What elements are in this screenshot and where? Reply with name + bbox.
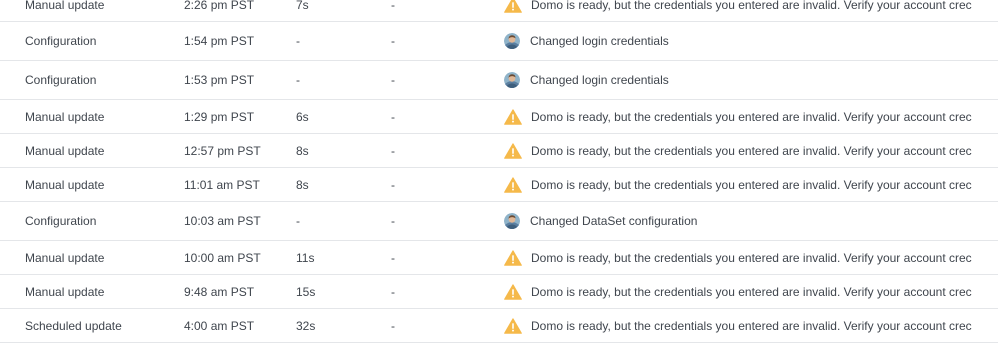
update-type-cell: Configuration — [25, 73, 97, 87]
warning-icon — [504, 109, 522, 125]
duration-cell: 32s — [296, 318, 316, 333]
table-row[interactable]: Manual update 10:00 am PST 11s - Domo is rea… — [0, 241, 998, 275]
rows-cell: - — [391, 318, 395, 333]
table-row[interactable]: Manual update 1:29 pm PST 6s - Domo is ready… — [0, 100, 998, 134]
message-cell: Domo is ready, but the credentials you e… — [504, 0, 998, 21]
rows-cell: - — [391, 250, 395, 265]
time-cell: 1:53 pm PST — [184, 73, 255, 87]
warning-icon — [504, 143, 522, 159]
message-text: Changed login credentials — [530, 73, 669, 87]
message-cell: Domo is ready, but the credentials you e… — [504, 168, 998, 201]
warning-icon — [504, 250, 522, 266]
duration-cell: 6s — [296, 109, 309, 124]
rows-cell: - — [391, 284, 395, 299]
warning-icon — [504, 318, 522, 334]
message-text: Domo is ready, but the credentials you e… — [531, 177, 972, 192]
table-row[interactable]: Scheduled update 4:00 am PST 32s - Domo is r… — [0, 309, 998, 343]
time-cell: 1:29 pm PST — [184, 109, 255, 124]
duration-cell: - — [296, 34, 300, 48]
table-row[interactable]: Manual update 11:01 am PST 8s - Domo is read… — [0, 168, 998, 202]
rows-cell: - — [391, 109, 395, 124]
duration-cell: - — [296, 73, 300, 87]
warning-icon — [504, 177, 522, 193]
rows-cell: - — [391, 73, 395, 87]
time-cell: 12:57 pm PST — [184, 143, 261, 158]
message-text: Domo is ready, but the credentials you e… — [531, 284, 972, 299]
duration-cell: 15s — [296, 284, 316, 299]
table-row[interactable]: Manual update 9:48 am PST 15s - Domo is read… — [0, 275, 998, 309]
update-type-cell: Configuration — [25, 34, 97, 48]
message-cell: Changed DataSet configuration — [504, 202, 998, 240]
message-text: Domo is ready, but the credentials you e… — [531, 109, 972, 124]
user-avatar-icon[interactable] — [504, 33, 520, 49]
table-row[interactable]: Configuration 1:53 pm PST - - Changed login … — [0, 61, 998, 100]
update-type-cell: Manual update — [25, 0, 105, 12]
rows-cell: - — [391, 0, 395, 12]
table-row[interactable]: Manual update 2:26 pm PST 7s - Domo is ready… — [0, 0, 998, 22]
time-cell: 10:00 am PST — [184, 250, 261, 265]
time-cell: 2:26 pm PST — [184, 0, 255, 12]
update-type-cell: Manual update — [25, 109, 105, 124]
message-cell: Domo is ready, but the credentials you e… — [504, 100, 998, 133]
message-cell: Changed login credentials — [504, 22, 998, 60]
message-text: Changed login credentials — [530, 34, 669, 48]
table-row[interactable]: Configuration 1:54 pm PST - - Changed login … — [0, 22, 998, 61]
update-type-cell: Manual update — [25, 284, 105, 299]
time-cell: 9:48 am PST — [184, 284, 255, 299]
message-cell: Domo is ready, but the credentials you e… — [504, 241, 998, 274]
user-avatar-icon[interactable] — [504, 213, 520, 229]
table-row[interactable]: Manual update 12:57 pm PST 8s - Domo is read… — [0, 134, 998, 168]
duration-cell: - — [296, 214, 300, 228]
message-cell: Domo is ready, but the credentials you e… — [504, 275, 998, 308]
rows-cell: - — [391, 34, 395, 48]
message-cell: Domo is ready, but the credentials you e… — [504, 309, 998, 342]
message-cell: Changed login credentials — [504, 61, 998, 99]
message-text: Domo is ready, but the credentials you e… — [531, 143, 972, 158]
update-type-cell: Manual update — [25, 143, 105, 158]
message-text: Domo is ready, but the credentials you e… — [531, 250, 972, 265]
rows-cell: - — [391, 177, 395, 192]
rows-cell: - — [391, 143, 395, 158]
history-table: Manual update 2:26 pm PST 7s - Domo is ready… — [0, 0, 998, 343]
update-type-cell: Manual update — [25, 250, 105, 265]
duration-cell: 11s — [296, 250, 315, 265]
rows-cell: - — [391, 214, 395, 228]
time-cell: 10:03 am PST — [184, 214, 261, 228]
time-cell: 11:01 am PST — [184, 177, 260, 192]
time-cell: 4:00 am PST — [184, 318, 255, 333]
update-type-cell: Configuration — [25, 214, 97, 228]
duration-cell: 8s — [296, 177, 309, 192]
message-text: Changed DataSet configuration — [530, 214, 698, 228]
update-type-cell: Manual update — [25, 177, 105, 192]
message-text: Domo is ready, but the credentials you e… — [531, 0, 972, 12]
warning-icon — [504, 284, 522, 300]
table-row[interactable]: Configuration 10:03 am PST - - Changed DataS… — [0, 202, 998, 241]
duration-cell: 8s — [296, 143, 309, 158]
update-type-cell: Scheduled update — [25, 318, 122, 333]
warning-icon — [504, 0, 522, 13]
duration-cell: 7s — [296, 0, 309, 12]
message-text: Domo is ready, but the credentials you e… — [531, 318, 972, 333]
user-avatar-icon[interactable] — [504, 72, 520, 88]
time-cell: 1:54 pm PST — [184, 34, 255, 48]
message-cell: Domo is ready, but the credentials you e… — [504, 134, 998, 167]
